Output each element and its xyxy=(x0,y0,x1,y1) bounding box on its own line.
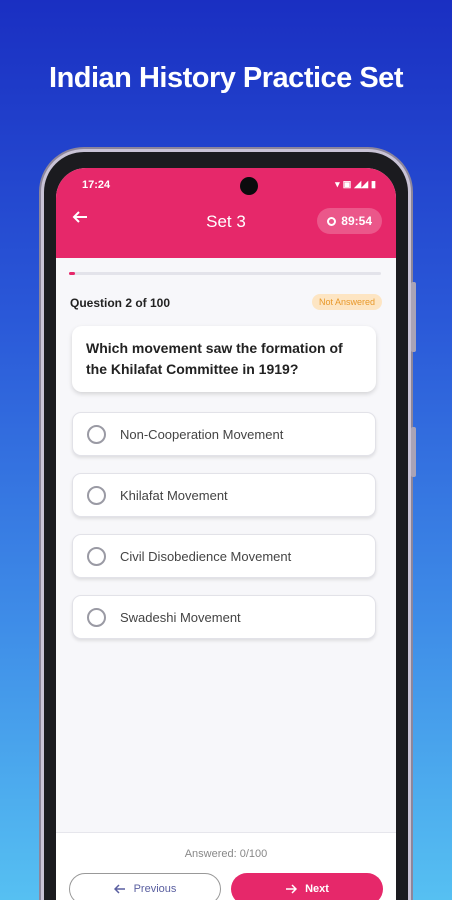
option-4[interactable]: Swadeshi Movement xyxy=(72,595,376,639)
progress-bar xyxy=(69,272,381,275)
status-time: 17:24 xyxy=(82,179,111,191)
option-1[interactable]: Non-Cooperation Movement xyxy=(72,412,376,456)
answered-count: Answered: 0/100 xyxy=(184,848,268,860)
radio-button[interactable] xyxy=(87,607,106,627)
stopwatch-icon xyxy=(327,216,337,226)
option-label: Swadeshi Movement xyxy=(120,609,241,625)
app-bar: 17:24 ▾ ▣ ◢◢ ▮ Set 3 89:54 xyxy=(56,168,396,258)
question-text: Which movement saw the formation of the … xyxy=(86,340,343,377)
option-label: Civil Disobedience Movement xyxy=(120,548,292,564)
volume-button xyxy=(411,282,416,352)
progress-fill xyxy=(69,272,76,275)
signal-icon: ◢◢ xyxy=(354,179,369,189)
status-icons: ▾ ▣ ◢◢ ▮ xyxy=(335,179,376,190)
radio-button[interactable] xyxy=(87,546,106,566)
app-screen: 17:24 ▾ ▣ ◢◢ ▮ Set 3 89:54 Question 2 of… xyxy=(56,168,396,900)
option-label: Khilafat Movement xyxy=(120,487,228,503)
question-meta: Question 2 of 100 Not Answered xyxy=(70,294,382,312)
next-label: Next xyxy=(305,883,329,895)
option-label: Non-Cooperation Movement xyxy=(120,426,284,442)
arrow-right-icon xyxy=(286,884,298,894)
wifi-icon: ▾ xyxy=(335,179,340,189)
arrow-left-icon xyxy=(113,884,125,894)
radio-button[interactable] xyxy=(87,485,106,505)
radio-button[interactable] xyxy=(87,424,106,444)
promo-title: Indian History Practice Set xyxy=(49,62,403,94)
sim-icon: ▣ xyxy=(342,179,352,189)
status-badge: Not Answered xyxy=(311,294,382,310)
next-button[interactable]: Next xyxy=(231,873,383,900)
camera-cutout xyxy=(240,177,258,195)
option-3[interactable]: Civil Disobedience Movement xyxy=(72,534,376,578)
question-counter: Question 2 of 100 xyxy=(70,296,171,310)
timer-value: 89:54 xyxy=(341,214,372,228)
previous-button[interactable]: Previous xyxy=(69,873,221,900)
power-button xyxy=(411,427,416,477)
footer: Answered: 0/100 Previous Next xyxy=(56,832,396,900)
status-bar: 17:24 ▾ ▣ ◢◢ ▮ xyxy=(82,177,376,195)
previous-label: Previous xyxy=(133,883,177,895)
phone-frame: 17:24 ▾ ▣ ◢◢ ▮ Set 3 89:54 Question 2 of… xyxy=(44,152,416,900)
option-2[interactable]: Khilafat Movement xyxy=(72,473,376,517)
question-card: Which movement saw the formation of the … xyxy=(72,326,376,392)
timer-badge: 89:54 xyxy=(317,208,382,234)
battery-icon: ▮ xyxy=(371,179,376,189)
